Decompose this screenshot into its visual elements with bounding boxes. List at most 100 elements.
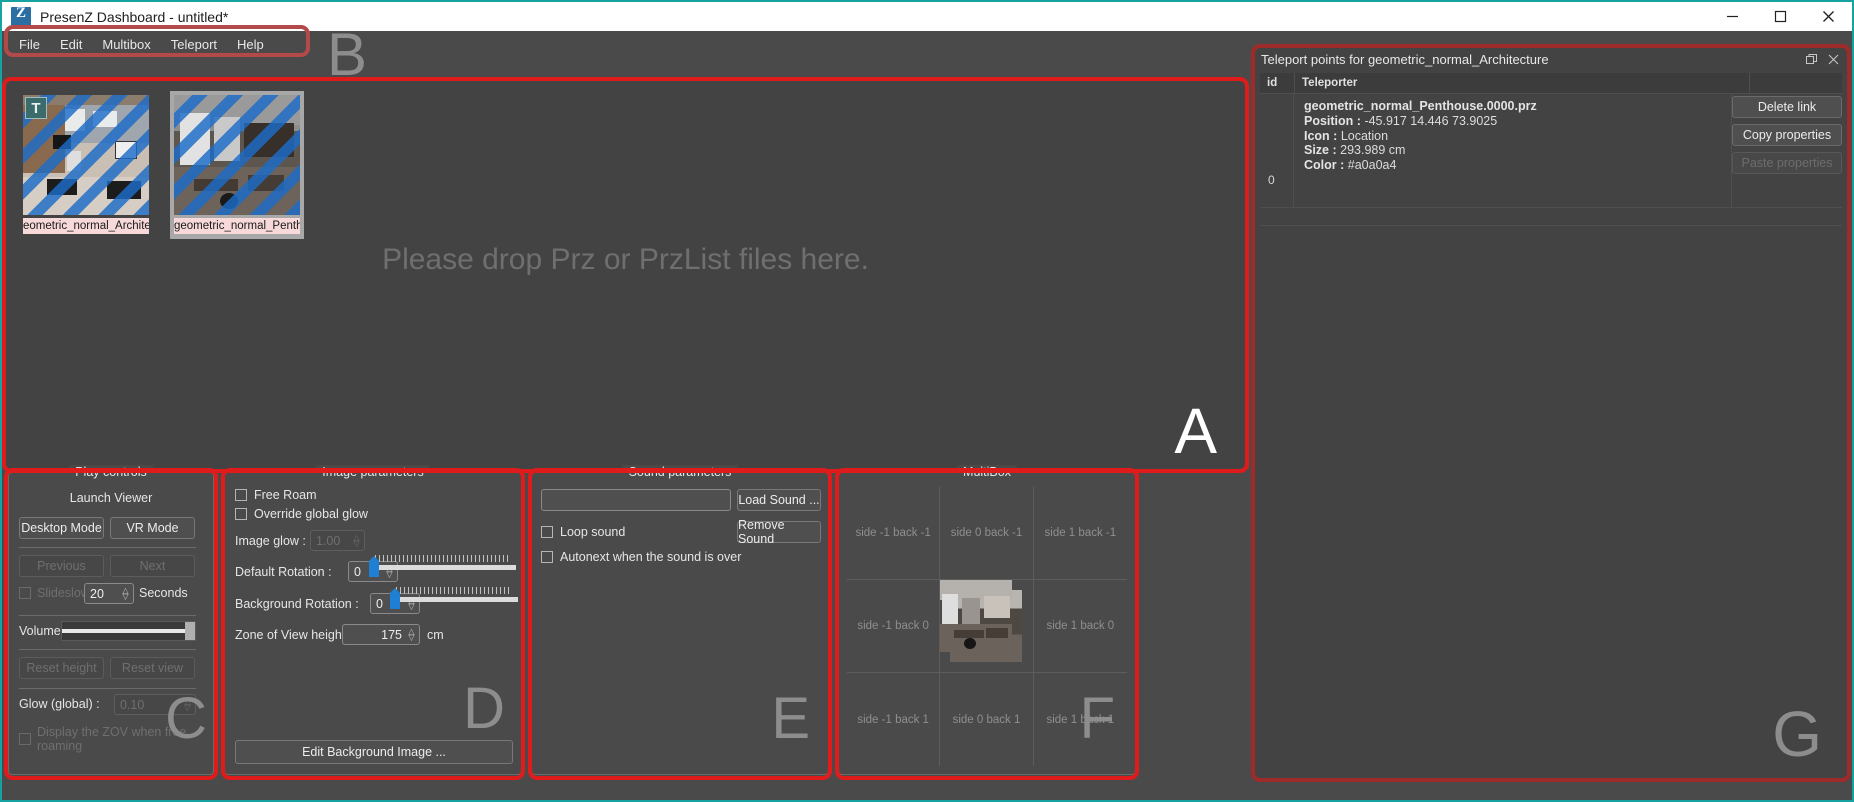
- autonext-checkbox[interactable]: [541, 551, 553, 563]
- window-controls: [1708, 1, 1852, 32]
- teleport-panel-title-bar: Teleport points for geometric_normal_Arc…: [1254, 48, 1848, 70]
- load-sound-button[interactable]: Load Sound ...: [737, 489, 821, 511]
- multibox-grid: side -1 back -1 side 0 back -1 side 1 ba…: [847, 487, 1127, 766]
- image-glow-stepper: 1.00 △ ▽: [310, 530, 365, 551]
- teleporter-size: Size : 293.989 cm: [1304, 143, 1406, 158]
- close-icon[interactable]: [1823, 50, 1843, 68]
- vr-mode-button[interactable]: VR Mode: [110, 517, 195, 539]
- list-item[interactable]: geometric_normal_Penthouse: [170, 91, 304, 239]
- zov-height-stepper[interactable]: 175 △ ▽: [342, 624, 420, 645]
- multibox-cell[interactable]: side 1 back -1: [1033, 487, 1127, 580]
- override-global-glow-checkbox[interactable]: [235, 508, 247, 520]
- glow-global-stepper: 0.10 △ ▽: [114, 694, 196, 715]
- slider-track: [371, 565, 516, 570]
- multibox-cell[interactable]: side 1 back 1: [1034, 673, 1127, 766]
- glow-global-label: Glow (global) :: [19, 697, 100, 711]
- multibox-cell-label: side -1 back 0: [857, 620, 929, 632]
- list-item[interactable]: T eometric_normal_Architectur: [19, 91, 153, 239]
- multibox-cell-label: side 1 back 0: [1046, 620, 1115, 632]
- stepper-arrows-icon: △ ▽: [353, 532, 360, 548]
- list-item-label: geometric_normal_Penthouse: [174, 218, 300, 234]
- multibox-cell[interactable]: side 1 back 0: [1033, 580, 1127, 673]
- column-header-teleporter: Teleporter: [1295, 73, 1750, 94]
- slider-thumb[interactable]: [369, 556, 379, 577]
- menu-item-teleport[interactable]: Teleport: [161, 34, 227, 55]
- paste-properties-button: Paste properties: [1732, 152, 1842, 174]
- column-header-actions: [1750, 73, 1842, 94]
- slider-thumb[interactable]: [390, 588, 400, 609]
- seconds-label: Seconds: [139, 586, 188, 600]
- volume-label: Volume: [19, 624, 61, 638]
- stepper-arrows-icon[interactable]: △▽: [120, 586, 131, 600]
- teleport-panel-title: Teleport points for geometric_normal_Arc…: [1261, 51, 1549, 67]
- region-letter-d: D: [463, 676, 505, 741]
- teleporter-position: Position : -45.917 14.446 73.9025: [1304, 113, 1498, 128]
- minimize-icon[interactable]: [1708, 1, 1756, 32]
- zov-height-label: Zone of View height :: [235, 628, 353, 642]
- menu-item-file[interactable]: File: [9, 34, 50, 55]
- multibox-cell-label: side -1 back 1: [857, 713, 929, 726]
- teleport-panel-tools: [1801, 50, 1848, 68]
- teleporter-color: Color : #a0a0a4: [1304, 158, 1397, 173]
- thumbnail-stripe-overlay: [174, 95, 300, 215]
- autonext-label: Autonext when the sound is over: [560, 550, 742, 564]
- loop-sound-label: Loop sound: [560, 525, 626, 539]
- prz-drop-area[interactable]: Please drop Prz or PrzList files here. T…: [6, 80, 1245, 469]
- menu-item-multibox[interactable]: Multibox: [92, 34, 160, 55]
- loop-sound-checkbox[interactable]: [541, 526, 553, 538]
- default-rotation-slider[interactable]: [367, 555, 517, 577]
- teleport-row-actions: Delete link Copy properties Paste proper…: [1732, 94, 1842, 208]
- thumbnail-image: [174, 95, 300, 215]
- edit-background-image-button[interactable]: Edit Background Image ...: [235, 740, 513, 764]
- stepper-arrows-icon[interactable]: △▽: [406, 627, 417, 641]
- copy-properties-button[interactable]: Copy properties: [1732, 124, 1842, 146]
- remove-sound-button[interactable]: Remove Sound: [737, 518, 821, 546]
- volume-fill: [62, 629, 195, 633]
- background-rotation-label: Background Rotation :: [235, 597, 359, 611]
- free-roam-checkbox[interactable]: [235, 489, 247, 501]
- multibox-cell[interactable]: side -1 back -1: [847, 487, 941, 580]
- zov-height-value: 175: [381, 627, 402, 642]
- sound-file-input[interactable]: [541, 489, 731, 511]
- reset-view-button: Reset view: [110, 657, 195, 679]
- multibox-cell[interactable]: side 0 back -1: [940, 487, 1034, 580]
- menu-item-edit[interactable]: Edit: [50, 34, 92, 55]
- zov-height-unit: cm: [427, 628, 444, 642]
- teleporter-icon: Icon : Location: [1304, 128, 1389, 143]
- multibox-cell-label: side 0 back -1: [950, 527, 1023, 539]
- multibox-panel: MultiBox side -1 back -1 side 0 back -1 …: [838, 465, 1136, 775]
- region-letter-a: A: [1174, 395, 1217, 467]
- multibox-cell[interactable]: side -1 back 0: [847, 580, 941, 673]
- previous-button: Previous: [19, 555, 104, 577]
- play-controls-panel: Play controls Launch Viewer Desktop Mode…: [8, 465, 214, 775]
- multibox-cell-label: side -1 back -1: [855, 527, 931, 539]
- delete-link-button[interactable]: Delete link: [1732, 96, 1842, 118]
- multibox-cell-label: side 0 back 1: [952, 713, 1021, 726]
- multibox-cell-active[interactable]: [940, 580, 1034, 673]
- image-glow-label: Image glow :: [235, 534, 306, 548]
- menu-item-help[interactable]: Help: [227, 34, 274, 55]
- multibox-cell[interactable]: side -1 back 1: [847, 673, 941, 766]
- image-parameters-legend: Image parameters: [316, 465, 430, 479]
- sound-parameters-panel: Sound parameters Load Sound ... Remove S…: [531, 465, 829, 775]
- reset-height-button: Reset height: [19, 657, 104, 679]
- maximize-icon[interactable]: [1756, 1, 1804, 32]
- background-rotation-slider[interactable]: [388, 587, 518, 609]
- multibox-cell[interactable]: side 0 back 1: [940, 673, 1034, 766]
- volume-thumb[interactable]: [185, 622, 195, 640]
- teleport-table: id Teleporter 0 geometric_normal_Penthou…: [1260, 73, 1842, 774]
- divider: [19, 615, 196, 616]
- slider-ticks: [396, 587, 512, 594]
- teleport-points-panel: Teleport points for geometric_normal_Arc…: [1254, 48, 1848, 780]
- teleporter-name: geometric_normal_Penthouse.0000.prz: [1304, 99, 1537, 113]
- desktop-mode-button[interactable]: Desktop Mode: [19, 517, 104, 539]
- table-row[interactable]: 0 geometric_normal_Penthouse.0000.prz Po…: [1260, 94, 1842, 208]
- restore-window-icon[interactable]: [1801, 50, 1821, 68]
- volume-slider[interactable]: [61, 621, 196, 641]
- presenz-z-logo-icon: [11, 5, 31, 27]
- slider-ticks: [375, 555, 510, 562]
- slideshow-seconds-stepper[interactable]: 20 △ ▽: [84, 583, 134, 604]
- display-zov-label: Display the ZOV when free roaming: [37, 725, 187, 753]
- close-icon[interactable]: [1804, 1, 1852, 32]
- table-empty-row: [1260, 208, 1842, 226]
